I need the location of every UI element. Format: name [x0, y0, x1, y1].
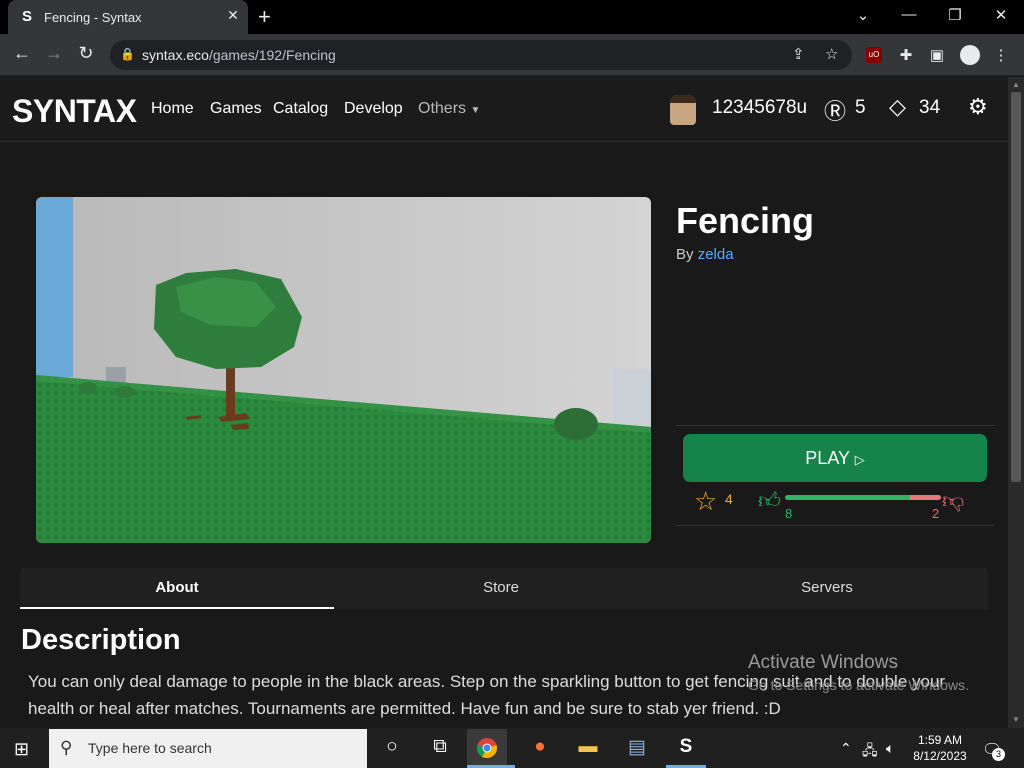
taskbar-clock[interactable]: 1:59 AM 8/12/2023: [912, 732, 968, 764]
activate-windows-watermark: Activate Windows: [748, 652, 898, 673]
menu-kebab-icon[interactable]: ⋮: [990, 46, 1012, 64]
game-creator-line: By zelda: [676, 246, 734, 263]
tab-title: Fencing - Syntax: [44, 10, 142, 25]
activate-windows-subtext: Go to Settings to activate Windows.: [748, 677, 969, 693]
syntax-app-icon[interactable]: S: [666, 736, 706, 764]
settings-gear-icon[interactable]: ⚙: [968, 94, 988, 120]
profile-icon[interactable]: [960, 45, 980, 65]
nav-others-dropdown[interactable]: Others ▼: [418, 100, 480, 118]
task-view-icon[interactable]: ⧉: [420, 736, 460, 764]
nav-develop[interactable]: Develop: [344, 100, 403, 118]
bookmark-star-icon[interactable]: ☆: [825, 45, 838, 63]
description-heading: Description: [21, 624, 181, 656]
reload-icon[interactable]: ↻: [74, 43, 98, 64]
vote-ratio-bar: [785, 495, 941, 500]
tab-search-icon[interactable]: ⌄: [848, 6, 878, 24]
play-triangle-icon: ▷: [854, 452, 865, 467]
close-window-icon[interactable]: ✕: [986, 6, 1016, 24]
volume-icon[interactable]: 🔈︎: [886, 740, 894, 757]
nav-games[interactable]: Games: [210, 100, 262, 118]
scrollbar-thumb[interactable]: [1011, 92, 1021, 482]
url-text[interactable]: syntax.eco/games/192/Fencing: [142, 47, 336, 63]
thumbs-down-icon[interactable]: 👎︎: [942, 487, 964, 514]
divider: [676, 425, 995, 426]
favorite-star-icon[interactable]: ☆: [694, 486, 717, 517]
tab-store[interactable]: Store: [340, 568, 662, 609]
tab-about[interactable]: About: [20, 568, 334, 609]
windows-start-icon[interactable]: ⊞: [14, 739, 29, 760]
side-panel-icon[interactable]: ▣: [926, 46, 948, 64]
browser-titlebar: S Fencing - Syntax ✕ + ⌄ — ❐ ✕: [0, 0, 1024, 34]
tab-servers[interactable]: Servers: [666, 568, 988, 609]
divider: [676, 525, 995, 526]
game-title: Fencing: [676, 200, 815, 241]
forward-icon[interactable]: →: [42, 43, 66, 64]
file-explorer-icon[interactable]: ▬: [568, 736, 608, 764]
chrome-taskbar-icon[interactable]: [467, 729, 507, 768]
downvote-count: 2: [932, 506, 940, 521]
nav-catalog[interactable]: Catalog: [273, 100, 328, 118]
thumbs-up-icon[interactable]: 👍︎: [758, 487, 781, 514]
new-tab-icon[interactable]: +: [258, 4, 271, 30]
tix-count[interactable]: 34: [919, 97, 940, 119]
robux-icon: Ⓡ: [824, 99, 847, 124]
avatar[interactable]: [670, 95, 696, 125]
app-window-icon[interactable]: ▤: [617, 736, 657, 764]
tray-chevron-icon[interactable]: ⌃: [840, 740, 852, 757]
network-icon[interactable]: 🖧︎: [862, 740, 878, 764]
nav-home[interactable]: Home: [151, 100, 194, 118]
back-icon[interactable]: ←: [10, 43, 34, 64]
upvote-count: 8: [785, 506, 793, 521]
extensions-puzzle-icon[interactable]: ✚: [895, 46, 917, 64]
scroll-up-icon[interactable]: ▲: [1008, 80, 1024, 89]
taskbar-search-placeholder[interactable]: Type here to search: [88, 740, 212, 756]
browser-tab[interactable]: S Fencing - Syntax ✕: [8, 0, 248, 34]
creator-link[interactable]: zelda: [698, 246, 734, 263]
vote-ratio-negative: [909, 495, 941, 500]
site-logo[interactable]: SYNTAX: [12, 93, 137, 130]
close-tab-icon[interactable]: ✕: [224, 7, 242, 24]
site-favicon-icon: S: [22, 8, 33, 25]
lock-icon[interactable]: 🔒: [120, 47, 135, 61]
game-thumbnail[interactable]: [36, 197, 651, 543]
address-bar[interactable]: 🔒 syntax.eco/games/192/Fencing ⇪ ☆: [110, 40, 852, 70]
restore-icon[interactable]: ❐: [940, 6, 970, 24]
minimize-icon[interactable]: —: [894, 6, 924, 23]
username[interactable]: 12345678u: [712, 97, 807, 119]
robux-count[interactable]: 5: [855, 97, 866, 119]
notification-badge: 3: [992, 748, 1005, 761]
vote-ratio-fill: [785, 495, 910, 500]
scroll-down-icon[interactable]: ▼: [1008, 715, 1024, 724]
ublock-icon[interactable]: uO: [866, 47, 882, 63]
game-tabs: About Store Servers: [20, 568, 988, 609]
cortana-icon[interactable]: ○: [372, 736, 412, 764]
favorite-count: 4: [725, 491, 733, 507]
tix-icon: ◇: [889, 94, 906, 119]
caret-down-icon: ▼: [470, 105, 481, 116]
firefox-icon[interactable]: ●: [520, 736, 560, 764]
play-button[interactable]: PLAY ▷: [683, 434, 987, 482]
share-icon[interactable]: ⇪: [792, 45, 805, 63]
search-icon: ⚲: [60, 738, 73, 757]
